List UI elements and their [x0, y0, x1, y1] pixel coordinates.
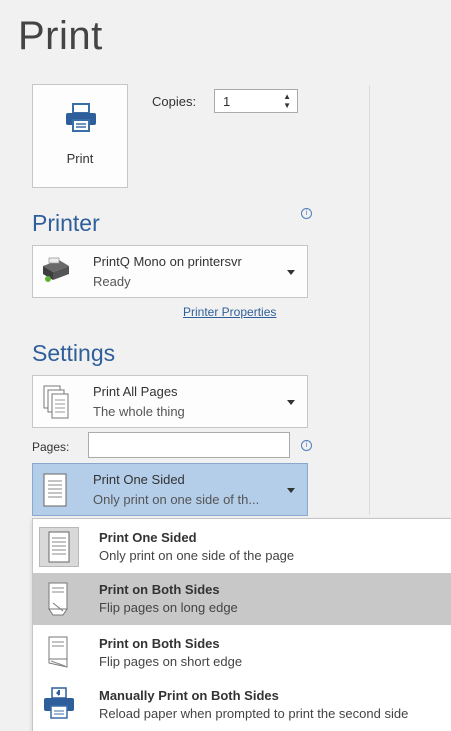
- flip-short-edge-icon: [39, 633, 79, 673]
- spinner-arrows-icon[interactable]: ▲ ▼: [283, 92, 291, 110]
- copies-value: 1: [223, 94, 231, 109]
- info-icon[interactable]: i: [301, 440, 312, 451]
- printer-properties-link[interactable]: Printer Properties: [183, 305, 276, 319]
- menu-item-print-one-sided[interactable]: Print One Sided Only print on one side o…: [33, 521, 451, 573]
- print-sides-subtitle: Only print on one side of th...: [93, 492, 260, 507]
- menu-item-manually-print-both-sides[interactable]: Manually Print on Both Sides Reload pape…: [33, 679, 451, 731]
- info-icon[interactable]: i: [301, 208, 312, 219]
- menu-item-subtitle: Reload paper when prompted to print the …: [99, 706, 409, 721]
- menu-item-print-both-sides-short-edge[interactable]: Print on Both Sides Flip pages on short …: [33, 627, 451, 679]
- print-button[interactable]: Print: [32, 84, 128, 188]
- print-sides-menu: Print One Sided Only print on one side o…: [32, 518, 451, 731]
- page-title: Print: [18, 14, 103, 58]
- menu-item-subtitle: Flip pages on long edge: [99, 600, 238, 615]
- print-sides-dropdown[interactable]: Print One Sided Only print on one side o…: [32, 463, 308, 516]
- printer-status: Ready: [93, 274, 131, 289]
- print-pages-dropdown[interactable]: Print All Pages The whole thing: [32, 375, 308, 428]
- menu-item-title: Print on Both Sides: [99, 582, 220, 597]
- flip-long-edge-icon: [39, 579, 79, 619]
- one-sided-page-icon: [39, 527, 79, 567]
- printer-icon: [65, 103, 97, 138]
- menu-item-subtitle: Only print on one side of the page: [99, 548, 295, 563]
- print-button-label: Print: [66, 151, 94, 166]
- chevron-down-icon: [287, 400, 295, 405]
- settings-section-title: Settings: [32, 340, 116, 366]
- printer-dropdown[interactable]: PrintQ Mono on printersvr Ready: [32, 245, 308, 298]
- copies-stepper[interactable]: 1 ▲ ▼: [214, 89, 298, 113]
- panel-divider: [369, 85, 370, 515]
- menu-item-title: Manually Print on Both Sides: [99, 688, 279, 703]
- printer-name: PrintQ Mono on printersvr: [93, 254, 242, 269]
- chevron-down-icon: [287, 270, 295, 275]
- manual-duplex-icon: [39, 685, 79, 725]
- all-pages-icon: [43, 385, 69, 424]
- chevron-down-icon: [287, 488, 295, 493]
- print-pages-subtitle: The whole thing: [93, 404, 185, 419]
- menu-item-title: Print One Sided: [99, 530, 197, 545]
- menu-item-subtitle: Flip pages on short edge: [99, 654, 243, 669]
- print-pages-title: Print All Pages: [93, 384, 178, 399]
- menu-item-title: Print on Both Sides: [99, 636, 220, 651]
- one-sided-page-icon: [43, 473, 67, 512]
- printer-section-title: Printer: [32, 210, 100, 236]
- pages-input[interactable]: [88, 432, 290, 458]
- printer-device-icon: [39, 254, 71, 289]
- print-sides-title: Print One Sided: [93, 472, 185, 487]
- copies-label: Copies:: [152, 94, 197, 109]
- menu-item-print-both-sides-long-edge[interactable]: Print on Both Sides Flip pages on long e…: [33, 573, 451, 625]
- pages-label: Pages:: [32, 440, 70, 454]
